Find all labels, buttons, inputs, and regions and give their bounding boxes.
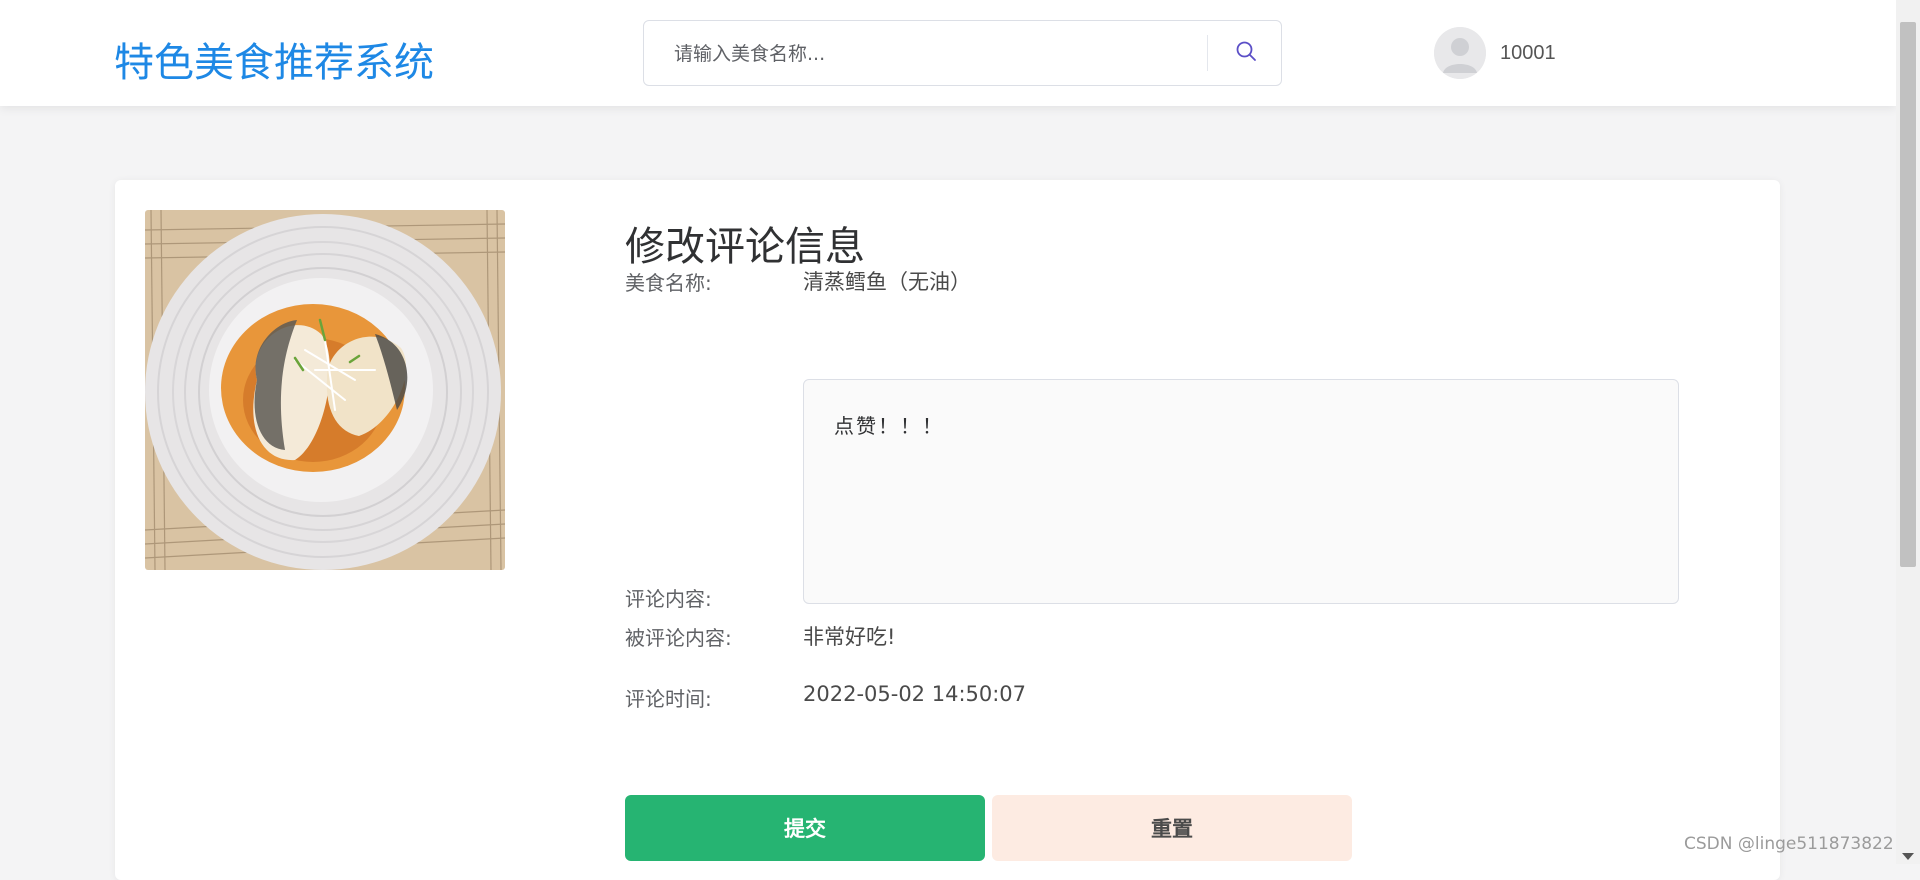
search-button[interactable] bbox=[1210, 21, 1282, 85]
user-menu[interactable]: 10001 bbox=[1434, 27, 1556, 79]
replied-comment-value: 非常好吃! bbox=[803, 625, 896, 649]
comment-time-value: 2022-05-02 14:50:07 bbox=[803, 682, 1027, 706]
username[interactable]: 10001 bbox=[1500, 42, 1556, 65]
page-scrollbar[interactable] bbox=[1896, 0, 1920, 864]
comment-time-label: 评论时间: bbox=[625, 687, 712, 711]
search-icon bbox=[1234, 39, 1258, 68]
avatar[interactable] bbox=[1434, 27, 1486, 79]
comment-textarea[interactable] bbox=[803, 379, 1679, 604]
comment-label: 评论内容: bbox=[625, 587, 712, 611]
comment-edit-card: 修改评论信息 美食名称: 清蒸鳕鱼（无油） 评论内容: 被评论内容: 非常好吃!… bbox=[115, 180, 1780, 880]
watermark: CSDN @linge511873822 bbox=[1684, 834, 1894, 854]
scrollbar-thumb[interactable] bbox=[1900, 22, 1916, 567]
page-title: 修改评论信息 bbox=[625, 224, 865, 270]
search-input[interactable] bbox=[674, 41, 1194, 67]
submit-button[interactable]: 提交 bbox=[625, 795, 985, 861]
food-name-value: 清蒸鳕鱼（无油） bbox=[803, 270, 971, 294]
replied-comment-label: 被评论内容: bbox=[625, 626, 732, 650]
search-bar bbox=[643, 20, 1282, 86]
food-name-label: 美食名称: bbox=[625, 271, 712, 295]
top-header: 特色美食推荐系统 10001 bbox=[0, 0, 1896, 106]
scroll-down-arrow-icon[interactable] bbox=[1902, 853, 1914, 860]
reset-button[interactable]: 重置 bbox=[992, 795, 1352, 861]
default-user-avatar-icon bbox=[1434, 27, 1486, 79]
search-divider bbox=[1207, 35, 1208, 71]
site-logo[interactable]: 特色美食推荐系统 bbox=[114, 30, 434, 88]
food-image bbox=[145, 210, 505, 570]
